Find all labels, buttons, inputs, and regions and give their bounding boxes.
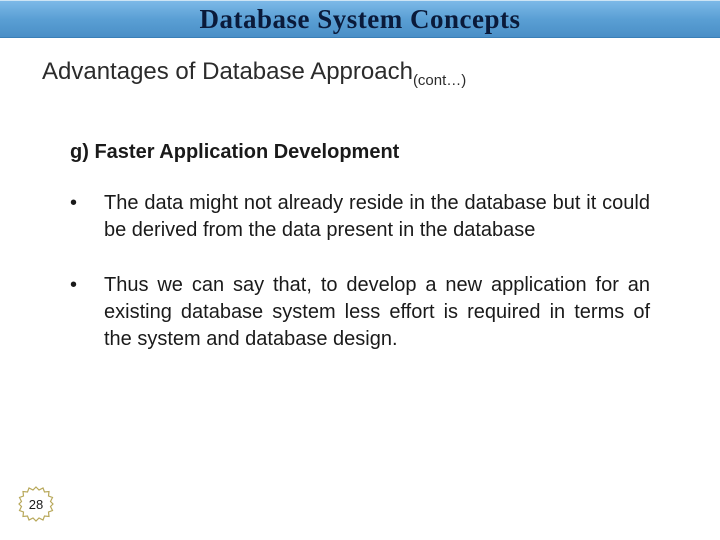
bullet-text: Thus we can say that, to develop a new a… xyxy=(104,272,650,353)
section-title: Faster Application Development xyxy=(94,141,399,163)
bullet-text: The data might not already reside in the… xyxy=(104,190,650,244)
bullet-marker: • xyxy=(70,272,104,353)
subtitle-main: Advantages of Database Approach xyxy=(42,58,413,85)
bullet-item: • Thus we can say that, to develop a new… xyxy=(70,272,650,353)
bullet-item: • The data might not already reside in t… xyxy=(70,190,650,244)
slide-subtitle: Advantages of Database Approach(cont…) xyxy=(42,58,720,89)
bullet-marker: • xyxy=(70,190,104,244)
header-title: Database System Concepts xyxy=(200,4,521,35)
page-number: 28 xyxy=(29,497,43,512)
header-band: Database System Concepts xyxy=(0,0,720,38)
bullet-list: • The data might not already reside in t… xyxy=(70,190,650,353)
section-letter: g) xyxy=(70,141,89,163)
page-number-badge: 28 xyxy=(18,486,54,522)
subtitle-suffix: (cont…) xyxy=(413,72,466,89)
section-heading: g) Faster Application Development xyxy=(70,141,720,164)
